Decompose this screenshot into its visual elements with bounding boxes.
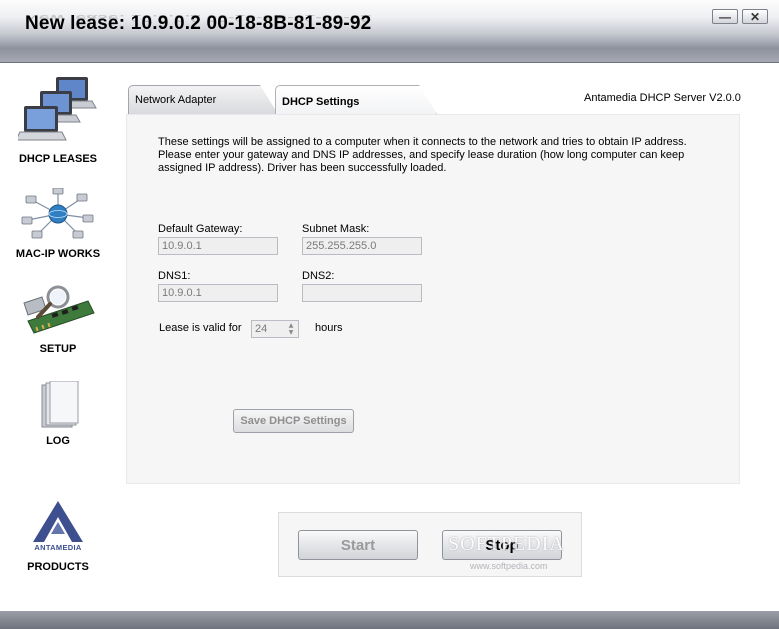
- save-dhcp-settings-button[interactable]: Save DHCP Settings: [233, 409, 354, 433]
- spin-down-icon[interactable]: ▼: [286, 329, 296, 336]
- tab-dhcp-settings[interactable]: DHCP Settings: [275, 85, 437, 114]
- log-icon: [41, 381, 79, 428]
- lease-duration-label: Lease is valid for: [159, 322, 242, 334]
- sidebar-item-mac-ip-works[interactable]: MAC-IP WORKS: [0, 188, 116, 260]
- dns2-label: DNS2:: [302, 270, 335, 282]
- sidebar-item-label: MAC-IP WORKS: [15, 248, 101, 260]
- minimize-button[interactable]: —: [712, 9, 738, 24]
- sidebar-item-log[interactable]: LOG: [0, 381, 116, 447]
- close-button[interactable]: ✕: [742, 9, 768, 24]
- sidebar-item-dhcp-leases[interactable]: DHCP LEASES: [0, 75, 116, 165]
- subnet-mask-label: Subnet Mask:: [302, 223, 370, 235]
- computers-icon: [18, 77, 97, 141]
- server-control-frame: Start Stop: [278, 512, 582, 577]
- dns1-label: DNS1:: [158, 270, 191, 282]
- spin-up-icon[interactable]: ▲: [286, 322, 296, 329]
- gateway-input[interactable]: [158, 237, 278, 255]
- sidebar-item-label: LOG: [46, 435, 70, 447]
- dns2-input[interactable]: [302, 284, 422, 302]
- close-icon: ✕: [749, 9, 761, 24]
- version-label: Antamedia DHCP Server V2.0.0: [584, 92, 741, 104]
- sidebar-item-label: PRODUCTS: [27, 561, 89, 573]
- sidebar-item-setup[interactable]: SETUP: [0, 283, 116, 355]
- antamedia-logo-text: ANTAMEDIA: [34, 543, 82, 552]
- app-window: New lease: 10.9.0.2 00-18-8B-81-89-92 Ne…: [0, 0, 779, 629]
- antamedia-logo-mark: [33, 501, 83, 542]
- minimize-icon: —: [719, 9, 731, 24]
- main-panel: Network Adapter DHCP Settings Antamedia …: [118, 63, 779, 611]
- sidebar-item-label: DHCP LEASES: [18, 153, 98, 165]
- network-card-icon: [23, 285, 95, 334]
- dns1-input[interactable]: [158, 284, 278, 302]
- sidebar-item-products[interactable]: ANTAMEDIA PRODUCTS: [0, 500, 116, 573]
- subnet-mask-input[interactable]: [302, 237, 422, 255]
- lease-unit-label: hours: [315, 322, 343, 334]
- sidebar-item-label: SETUP: [39, 343, 77, 355]
- lease-duration-input[interactable]: [252, 321, 290, 337]
- dhcp-settings-panel: These settings will be assigned to a com…: [126, 114, 740, 484]
- start-button[interactable]: Start: [298, 530, 418, 560]
- antamedia-logo: ANTAMEDIA: [23, 500, 93, 552]
- sidebar: DHCP LEASES MAC-IP WORKS SETUP LOG ANTAM…: [0, 63, 118, 611]
- bottom-bar: [0, 611, 779, 629]
- network-icon: [21, 188, 94, 239]
- tab-network-adapter[interactable]: Network Adapter: [128, 85, 278, 114]
- lease-duration-stepper[interactable]: ▲ ▼: [251, 320, 299, 338]
- title-bar[interactable]: New lease: 10.9.0.2 00-18-8B-81-89-92 Ne…: [0, 0, 779, 63]
- window-title: New lease: 10.9.0.2 00-18-8B-81-89-92: [25, 13, 372, 34]
- gateway-label: Default Gateway:: [158, 223, 243, 235]
- stop-button[interactable]: Stop: [442, 530, 562, 560]
- settings-description: These settings will be assigned to a com…: [158, 136, 687, 174]
